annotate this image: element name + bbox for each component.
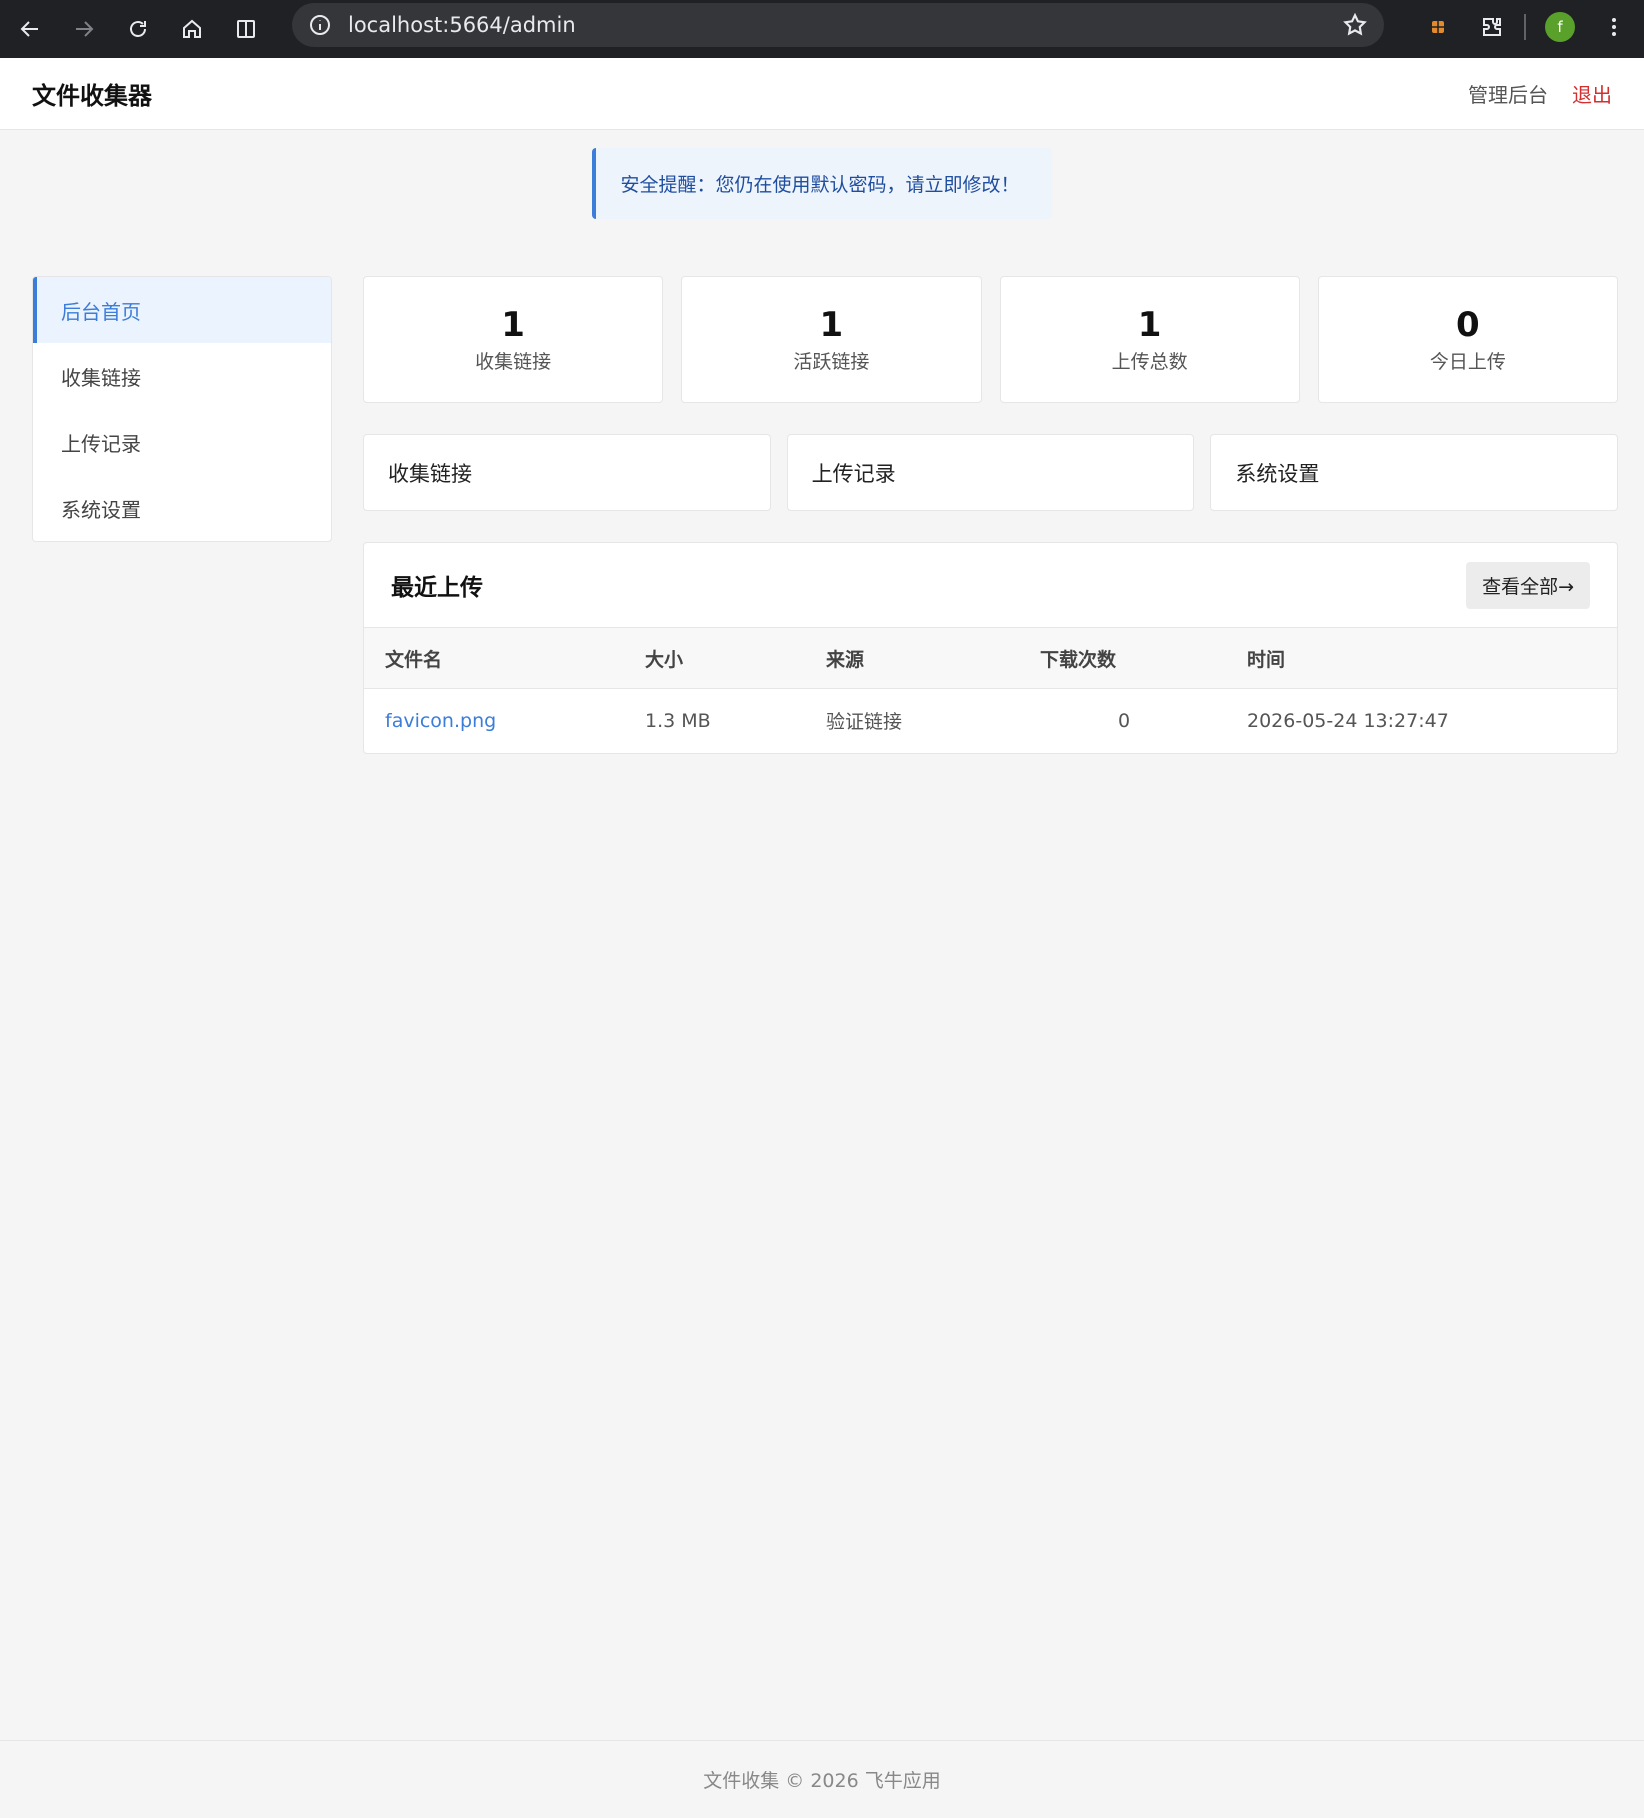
cell-source: 验证链接 <box>826 711 903 734</box>
toolbar-divider <box>1524 14 1526 40</box>
stat-value: 0 <box>1456 304 1480 345</box>
reload-icon[interactable] <box>116 7 160 51</box>
security-alert: 安全提醒：您仍在使用默认密码，请立即修改！ <box>592 148 1052 219</box>
table-row: favicon.png 1.3 MB 验证链接 0 2026-05-24 13:… <box>364 689 1617 753</box>
stat-label: 上传总数 <box>1111 351 1188 374</box>
file-link[interactable]: favicon.png <box>385 710 496 732</box>
app-header: 文件收集器 管理后台 退出 <box>0 58 1644 130</box>
address-bar[interactable]: localhost:5664/admin <box>292 3 1384 47</box>
quick-link-collect-links[interactable]: 收集链接 <box>363 434 771 511</box>
view-all-button[interactable]: 查看全部→ <box>1466 561 1590 609</box>
sidebar-item-dashboard[interactable]: 后台首页 <box>33 277 331 343</box>
stat-label: 收集链接 <box>475 351 552 374</box>
stat-value: 1 <box>819 304 844 345</box>
recent-uploads-panel: 最近上传 查看全部→ 文件名 大小 来源 下载次数 时间 favicon.png <box>363 542 1618 754</box>
browser-toolbar: localhost:5664/admin f <box>0 0 1644 58</box>
extension-icon[interactable] <box>1418 7 1458 47</box>
column-header-filename: 文件名 <box>364 627 645 689</box>
column-header-time: 时间 <box>1247 627 1617 689</box>
url-text[interactable]: localhost:5664/admin <box>348 13 1342 37</box>
home-icon[interactable] <box>170 7 214 51</box>
column-header-downloads: 下载次数 <box>1040 627 1247 689</box>
stat-value: 1 <box>1137 304 1162 345</box>
sidebar-item-settings[interactable]: 系统设置 <box>33 475 331 541</box>
cell-time: 2026-05-24 13:27:47 <box>1247 709 1449 732</box>
main-content: 1 收集链接 1 活跃链接 1 上传总数 0 今日上传 收集链接 上传记录 系统… <box>363 276 1618 754</box>
stat-label: 活跃链接 <box>793 351 870 374</box>
profile-avatar[interactable]: f <box>1540 7 1580 47</box>
stat-label: 今日上传 <box>1429 351 1506 374</box>
stat-card-active-links: 1 活跃链接 <box>681 276 982 403</box>
forward-icon[interactable] <box>62 7 106 51</box>
back-icon[interactable] <box>8 7 52 51</box>
sidebar-item-upload-records[interactable]: 上传记录 <box>33 409 331 475</box>
site-info-icon[interactable] <box>308 13 332 37</box>
brand-title[interactable]: 文件收集器 <box>32 76 152 111</box>
split-view-icon[interactable] <box>224 7 268 51</box>
stat-card-total-uploads: 1 上传总数 <box>999 276 1300 403</box>
stat-card-today-uploads: 0 今日上传 <box>1317 276 1618 403</box>
stat-card-links: 1 收集链接 <box>363 276 664 403</box>
admin-link[interactable]: 管理后台 <box>1468 79 1548 108</box>
sidebar-item-collect-links[interactable]: 收集链接 <box>33 343 331 409</box>
sidebar: 后台首页 收集链接 上传记录 系统设置 <box>32 276 332 542</box>
cell-size: 1.3 MB <box>645 709 711 732</box>
bookmark-star-icon[interactable] <box>1342 12 1368 38</box>
column-header-source: 来源 <box>826 627 1040 689</box>
logout-link[interactable]: 退出 <box>1572 79 1612 108</box>
cell-downloads: 0 <box>1118 709 1131 732</box>
quick-link-upload-records[interactable]: 上传记录 <box>786 434 1195 511</box>
page-footer: 文件收集 © 2026 飞牛应用 <box>0 1740 1644 1818</box>
column-header-size: 大小 <box>645 627 826 689</box>
recent-uploads-table: 文件名 大小 来源 下载次数 时间 favicon.png 1.3 MB 验证链… <box>364 627 1617 753</box>
extensions-puzzle-icon[interactable] <box>1472 7 1512 47</box>
stat-value: 1 <box>501 304 525 345</box>
table-header-row: 文件名 大小 来源 下载次数 时间 <box>364 627 1617 689</box>
menu-kebab-icon[interactable] <box>1594 7 1634 47</box>
quick-link-settings[interactable]: 系统设置 <box>1210 434 1618 511</box>
recent-uploads-title: 最近上传 <box>391 575 483 601</box>
